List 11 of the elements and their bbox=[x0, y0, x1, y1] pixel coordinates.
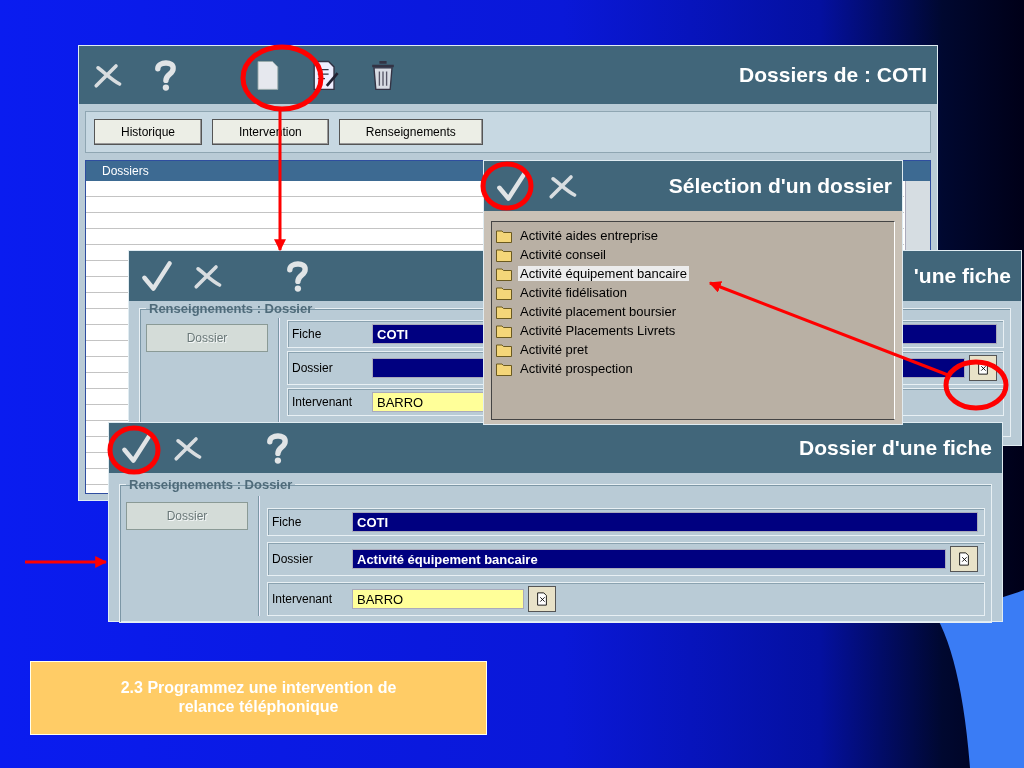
window-title: Dossiers de : COTI bbox=[739, 63, 927, 87]
window-title: Dossier d'une fiche bbox=[799, 436, 992, 460]
field-label: Fiche bbox=[292, 327, 323, 341]
field-label: Fiche bbox=[272, 515, 303, 529]
caption-box: 2.3 Programmez une intervention de relance téléphonique bbox=[30, 661, 487, 735]
window-title: Sélection d'un dossier bbox=[668, 174, 892, 198]
field-label: Dossier bbox=[272, 552, 314, 566]
window-title: 'une fiche bbox=[913, 264, 1011, 288]
field-label: Dossier bbox=[292, 361, 334, 375]
field-label: Intervenant bbox=[272, 592, 334, 606]
field-label: Intervenant bbox=[292, 395, 354, 409]
